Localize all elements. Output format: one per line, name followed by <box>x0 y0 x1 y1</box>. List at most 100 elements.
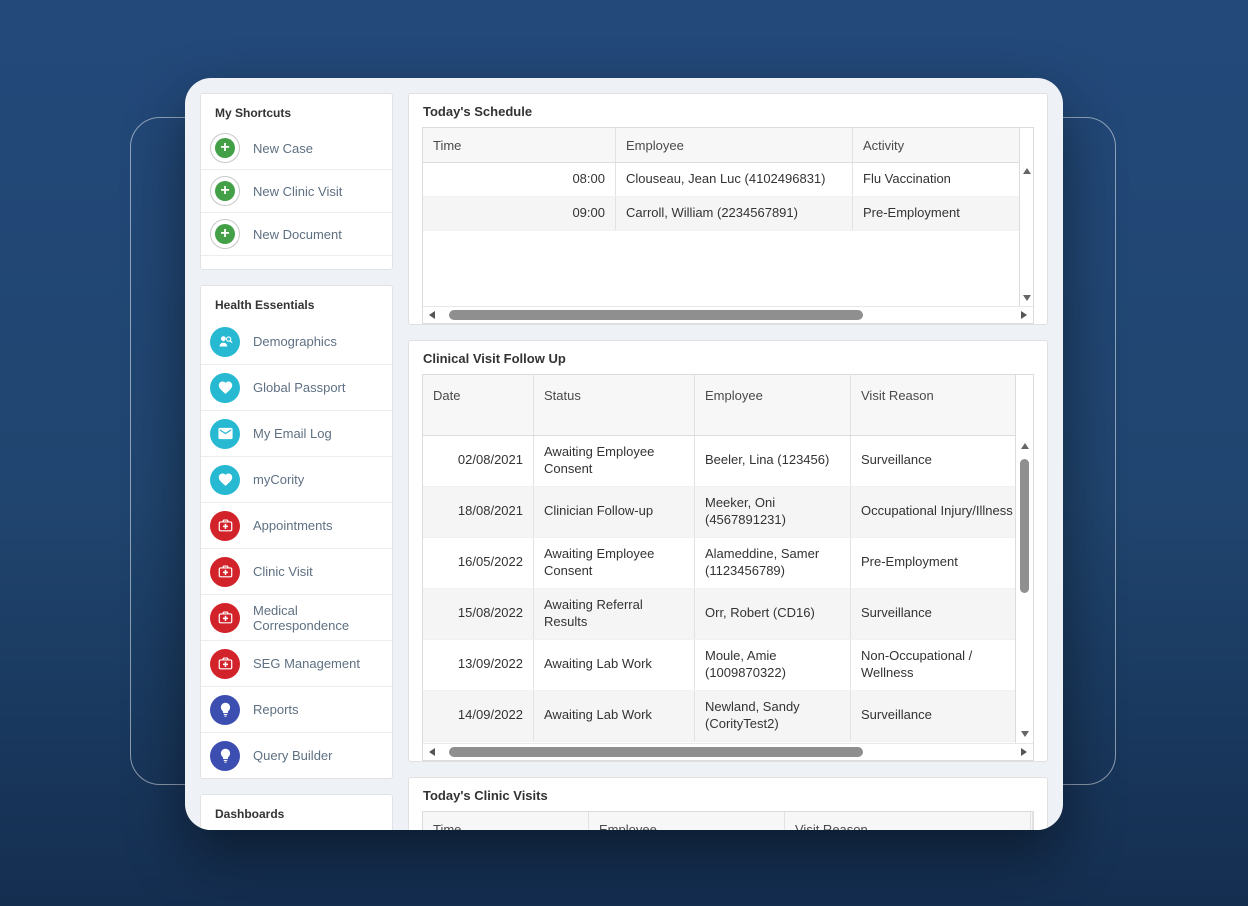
dashboards-list: Health Essentials <box>201 828 392 830</box>
column-header-employee[interactable]: Employee <box>616 128 853 163</box>
table-cell: Beeler, Lina (123456) <box>695 435 851 486</box>
main-content: Today's Schedule TimeEmployeeActivityAp … <box>408 93 1048 815</box>
sidebar-item-health-essentials[interactable]: Health Essentials <box>201 828 392 830</box>
sidebar-item-my-email-log[interactable]: My Email Log <box>201 410 392 456</box>
sidebar-item-clinic-visit[interactable]: Clinic Visit <box>201 548 392 594</box>
table-cell: 09:00 <box>423 197 616 231</box>
clinical-visit-follow-up-title: Clinical Visit Follow Up <box>422 341 1034 374</box>
scrollbar-thumb[interactable] <box>1020 459 1029 593</box>
column-header-visit-reason[interactable]: Visit Reason <box>851 375 1024 435</box>
dashboards-section-title: Dashboards <box>201 795 392 828</box>
table-cell: Alameddine, Samer (1123456789) <box>695 537 851 588</box>
table-cell: Surveillance <box>851 690 1024 741</box>
sidebar: My Shortcuts +New Case+New Clinic Visit+… <box>200 93 393 815</box>
column-header-status[interactable]: Status <box>534 375 695 435</box>
table-row[interactable]: 14/09/2022Awaiting Lab WorkNewland, Sand… <box>423 690 1033 741</box>
todays-clinic-visits-title: Today's Clinic Visits <box>422 778 1034 811</box>
scroll-up-icon[interactable] <box>1021 443 1029 449</box>
clinical-visit-follow-up-table-block: DateStatusEmployeeVisit ReasonFollow Up … <box>422 374 1034 761</box>
column-header-employee[interactable]: Employee <box>695 375 851 435</box>
dashboards-section: Dashboards Health Essentials <box>200 794 393 830</box>
scroll-down-icon[interactable] <box>1021 731 1029 737</box>
scroll-left-icon[interactable] <box>429 311 435 319</box>
column-header-activity[interactable]: Activity <box>853 128 1034 163</box>
sidebar-item-query-builder[interactable]: Query Builder <box>201 732 392 778</box>
table-cell: Awaiting Lab Work <box>534 639 695 690</box>
sidebar-item-label: Appointments <box>253 518 333 533</box>
sidebar-item-label: New Case <box>253 141 313 156</box>
app-window: My Shortcuts +New Case+New Clinic Visit+… <box>185 78 1063 830</box>
table-row[interactable]: 02/08/2021Awaiting Employee ConsentBeele… <box>423 435 1033 486</box>
sidebar-item-label: myCority <box>253 472 304 487</box>
table-cell: Clinician Follow-up <box>534 486 695 537</box>
column-header-employee[interactable]: Employee <box>589 812 785 830</box>
table-row[interactable]: 15/08/2022Awaiting Referral ResultsOrr, … <box>423 588 1033 639</box>
plus-icon: + <box>210 176 240 206</box>
health-essentials-section-title: Health Essentials <box>201 286 392 319</box>
scroll-right-icon[interactable] <box>1021 311 1027 319</box>
table-cell: Surveillance <box>851 588 1024 639</box>
sidebar-item-new-case[interactable]: +New Case <box>201 127 392 169</box>
table-row[interactable]: 08:00Clouseau, Jean Luc (4102496831)Flu … <box>423 163 1033 197</box>
sidebar-item-seg-management[interactable]: SEG Management <box>201 640 392 686</box>
table-cell: 16/05/2022 <box>423 537 534 588</box>
table-cell: Newland, Sandy (CorityTest2) <box>695 690 851 741</box>
table-cell: Carroll, William (2234567891) <box>616 197 853 231</box>
table-cell: Orr, Robert (CD16) <box>695 588 851 639</box>
vertical-scrollbar[interactable] <box>1019 128 1033 306</box>
medical-bag-icon <box>210 511 240 541</box>
health-essentials-section: Health Essentials Demographics Global Pas… <box>200 285 393 779</box>
sidebar-item-global-passport[interactable]: Global Passport <box>201 364 392 410</box>
scrollbar-thumb[interactable] <box>449 310 864 320</box>
table-cell: 18/08/2021 <box>423 486 534 537</box>
medical-bag-icon <box>210 603 240 633</box>
column-header-status[interactable]: Status <box>1031 812 1033 830</box>
table-row[interactable]: 16/05/2022Awaiting Employee ConsentAlame… <box>423 537 1033 588</box>
sidebar-item-label: Demographics <box>253 334 337 349</box>
scroll-right-icon[interactable] <box>1021 748 1027 756</box>
column-header-visit-reason[interactable]: Visit Reason <box>785 812 1031 830</box>
table-cell: 08:00 <box>423 163 616 197</box>
sidebar-item-label: New Clinic Visit <box>253 184 342 199</box>
sidebar-item-new-document[interactable]: +New Document <box>201 212 392 255</box>
horizontal-scrollbar[interactable] <box>423 306 1033 323</box>
column-header-time[interactable]: Time <box>423 812 589 830</box>
table-cell: Surveillance <box>851 435 1024 486</box>
column-header-time[interactable]: Time <box>423 128 616 163</box>
medical-bag-icon <box>210 557 240 587</box>
scroll-down-icon[interactable] <box>1023 295 1031 301</box>
table-row[interactable]: 18/08/2021Clinician Follow-upMeeker, Oni… <box>423 486 1033 537</box>
person-search-icon <box>210 327 240 357</box>
email-icon <box>210 419 240 449</box>
table-cell: Awaiting Employee Consent <box>534 537 695 588</box>
sidebar-item-mycority[interactable]: myCority <box>201 456 392 502</box>
table-cell: Pre-Employment <box>851 537 1024 588</box>
table-row[interactable]: 09:00Carroll, William (2234567891)Pre-Em… <box>423 197 1033 231</box>
todays-clinic-visits-table-block: TimeEmployeeVisit ReasonStatus <box>422 811 1034 830</box>
horizontal-scrollbar[interactable] <box>423 743 1033 760</box>
scrollbar-thumb[interactable] <box>449 747 864 757</box>
heart-icon <box>210 373 240 403</box>
table-cell: Pre-Employment <box>853 197 1034 231</box>
todays-schedule-title: Today's Schedule <box>422 94 1034 127</box>
sidebar-item-medical-correspondence[interactable]: Medical Correspondence <box>201 594 392 640</box>
todays-schedule-table-block: TimeEmployeeActivityAp 08:00Clouseau, Je… <box>422 127 1034 324</box>
sidebar-item-label: Query Builder <box>253 748 332 763</box>
sidebar-item-reports[interactable]: Reports <box>201 686 392 732</box>
column-header-date[interactable]: Date <box>423 375 534 435</box>
scroll-up-icon[interactable] <box>1023 168 1031 174</box>
lightbulb-icon <box>210 741 240 771</box>
table-row[interactable]: 13/09/2022Awaiting Lab WorkMoule, Amie (… <box>423 639 1033 690</box>
scroll-left-icon[interactable] <box>429 748 435 756</box>
sidebar-item-appointments[interactable]: Appointments <box>201 502 392 548</box>
vertical-scrollbar[interactable] <box>1015 375 1033 743</box>
table-cell: 15/08/2022 <box>423 588 534 639</box>
table-cell: Awaiting Referral Results <box>534 588 695 639</box>
sidebar-item-label: Clinic Visit <box>253 564 313 579</box>
sidebar-item-demographics[interactable]: Demographics <box>201 319 392 364</box>
sidebar-item-label: My Email Log <box>253 426 332 441</box>
sidebar-item-new-clinic-visit[interactable]: + New Clinic Visit <box>201 169 392 212</box>
todays-clinic-visits-table: TimeEmployeeVisit ReasonStatus <box>423 812 1033 830</box>
table-cell: Awaiting Lab Work <box>534 690 695 741</box>
panel-todays-clinic-visits: Today's Clinic Visits TimeEmployeeVisit … <box>408 777 1048 830</box>
